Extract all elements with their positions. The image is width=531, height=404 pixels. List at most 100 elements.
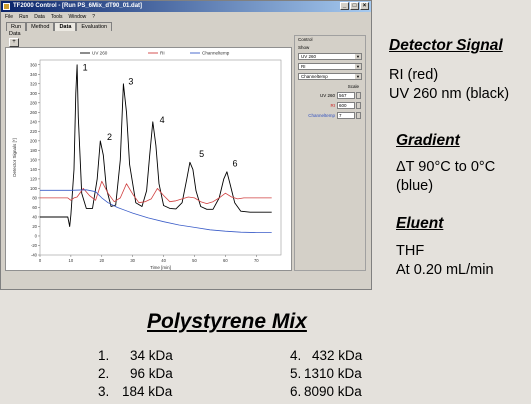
y-tick-label: 260 bbox=[30, 110, 38, 115]
scale-name: Channeltemp bbox=[308, 113, 335, 118]
gradient-line: ΔT 90°C to 0°C bbox=[396, 159, 496, 175]
mix-item-number: 3. bbox=[98, 384, 110, 399]
y-tick-label: 200 bbox=[30, 138, 38, 143]
window-controls: _ □ × bbox=[340, 2, 369, 10]
y-tick-label: 40 bbox=[32, 215, 37, 220]
spinner-icon[interactable] bbox=[356, 102, 361, 109]
y-tick-label: 20 bbox=[32, 224, 37, 229]
peak-label: 4 bbox=[160, 115, 165, 125]
scale-name: UV 260 bbox=[319, 93, 335, 98]
mix-item: 5. 1310 kDa bbox=[290, 366, 362, 381]
peak-label: 1 bbox=[83, 62, 88, 72]
y-tick-label: 280 bbox=[30, 100, 38, 105]
mix-item-mw: 432 kDa bbox=[312, 348, 363, 363]
gradient-line: (blue) bbox=[396, 178, 434, 194]
x-axis-label: Time [min] bbox=[150, 265, 171, 270]
minimize-icon[interactable]: _ bbox=[340, 2, 349, 10]
x-tick-label: 30 bbox=[130, 258, 135, 263]
y-tick-label: 300 bbox=[30, 91, 38, 96]
x-tick-label: 60 bbox=[223, 258, 228, 263]
mix-item-number: 5. bbox=[290, 366, 302, 381]
peak-label: 6 bbox=[232, 159, 237, 169]
peak-label: 2 bbox=[107, 132, 112, 142]
y-tick-label: 120 bbox=[30, 177, 38, 182]
zoom-button[interactable]: + bbox=[9, 38, 19, 47]
subtab-data[interactable]: Data bbox=[9, 31, 21, 37]
mix-item-mw: 34 kDa bbox=[130, 348, 173, 363]
mix-item: 1. 34 kDa bbox=[98, 348, 173, 363]
peak-label: 3 bbox=[128, 77, 133, 87]
menu-data[interactable]: Data bbox=[34, 13, 45, 21]
legend-label: Channeltemp bbox=[202, 51, 230, 56]
spinner-icon[interactable] bbox=[356, 112, 361, 119]
eluent-annotation: Eluent THF At 0.20 mL/min bbox=[396, 215, 494, 280]
scale-name: RI bbox=[330, 103, 336, 108]
legend-label: RI bbox=[160, 51, 165, 56]
detector-signal-line: RI (red) bbox=[389, 67, 439, 83]
x-tick-label: 10 bbox=[69, 258, 74, 263]
chevron-down-icon: ▼ bbox=[355, 64, 361, 69]
main-tabs: Run Method Data Evaluation bbox=[6, 22, 113, 31]
y-tick-label: 0 bbox=[35, 234, 38, 239]
app-icon bbox=[3, 3, 10, 10]
mix-item-number: 4. bbox=[290, 348, 302, 363]
maximize-icon[interactable]: □ bbox=[350, 2, 359, 10]
menu-bar: File Run Data Tools Window ? bbox=[1, 13, 371, 21]
x-tick-label: 40 bbox=[161, 258, 166, 263]
mix-item-number: 6. bbox=[290, 384, 302, 399]
y-tick-label: 360 bbox=[30, 62, 38, 67]
scale-row-uv: UV 260 567 bbox=[298, 92, 362, 100]
dropdown-value: UV 260 bbox=[301, 54, 317, 59]
menu-file[interactable]: File bbox=[5, 13, 13, 21]
mix-item-number: 2. bbox=[98, 366, 110, 381]
mix-item-mw: 8090 kDa bbox=[304, 384, 362, 399]
gradient-heading: Gradient bbox=[396, 132, 460, 149]
control-panel: Control Show UV 260 ▼ RI ▼ Channeltemp ▼… bbox=[294, 35, 366, 271]
eluent-heading: Eluent bbox=[396, 215, 444, 232]
show-dropdown-temp[interactable]: Channeltemp ▼ bbox=[298, 73, 362, 80]
mix-item-mw: 184 kDa bbox=[122, 384, 173, 399]
tab-evaluation[interactable]: Evaluation bbox=[76, 22, 113, 31]
y-tick-label: 160 bbox=[30, 157, 38, 162]
dropdown-value: Channeltemp bbox=[301, 74, 328, 79]
show-dropdown-ri[interactable]: RI ▼ bbox=[298, 63, 362, 70]
mix-item-number: 1. bbox=[98, 348, 110, 363]
app-window: TF2000 Control - [Run PS_6Mix_dT90_01.da… bbox=[0, 0, 372, 290]
tab-method[interactable]: Method bbox=[26, 22, 55, 31]
scale-input-temp[interactable]: 7 bbox=[337, 112, 355, 119]
y-tick-label: 80 bbox=[32, 196, 37, 201]
scale-input-ri[interactable]: 600 bbox=[337, 102, 355, 109]
menu-run[interactable]: Run bbox=[19, 13, 28, 21]
tab-run[interactable]: Run bbox=[6, 22, 27, 31]
y-tick-label: 320 bbox=[30, 81, 38, 86]
spinner-icon[interactable] bbox=[356, 92, 361, 99]
show-dropdown-uv[interactable]: UV 260 ▼ bbox=[298, 53, 362, 60]
y-axis-label: Detector Signals [*] bbox=[12, 138, 17, 177]
mix-item: 2. 96 kDa bbox=[98, 366, 173, 381]
chevron-down-icon: ▼ bbox=[355, 54, 361, 59]
y-tick-label: 100 bbox=[30, 186, 38, 191]
tab-data[interactable]: Data bbox=[54, 22, 77, 31]
eluent-line: THF bbox=[396, 243, 425, 259]
menu-help[interactable]: ? bbox=[92, 13, 95, 21]
chromatogram-panel: -40 -20 0 20 40 60 80 100 120 140 160 180 200 220 240 2… bbox=[5, 47, 292, 271]
y-tick-label: 220 bbox=[30, 129, 38, 134]
mix-item: 6. 8090 kDa bbox=[290, 384, 362, 399]
menu-window[interactable]: Window bbox=[69, 13, 87, 21]
control-title: Control bbox=[298, 37, 313, 42]
close-icon[interactable]: × bbox=[360, 2, 369, 10]
polystyrene-title: Polystyrene Mix bbox=[147, 310, 307, 333]
mix-item: 4. 432 kDa bbox=[290, 348, 362, 363]
menu-tools[interactable]: Tools bbox=[51, 13, 63, 21]
window-title: TF2000 Control - [Run PS_6Mix_dT90_01.da… bbox=[13, 3, 143, 9]
scale-input-uv[interactable]: 567 bbox=[337, 92, 355, 99]
detector-signal-annotation: Detector Signal RI (red) UV 260 nm (blac… bbox=[389, 37, 509, 104]
mix-item-mw: 1310 kDa bbox=[304, 366, 362, 381]
scale-row-temp: Channeltemp 7 bbox=[298, 112, 362, 120]
scale-label: Scale bbox=[347, 84, 359, 89]
gradient-annotation: Gradient ΔT 90°C to 0°C (blue) bbox=[396, 132, 495, 196]
chromatogram-chart: -40-200204060801001201401601802002202402… bbox=[12, 51, 282, 270]
legend-label: UV 260 bbox=[92, 51, 108, 56]
x-tick-label: 20 bbox=[99, 258, 104, 263]
y-tick-label: -40 bbox=[31, 253, 38, 258]
